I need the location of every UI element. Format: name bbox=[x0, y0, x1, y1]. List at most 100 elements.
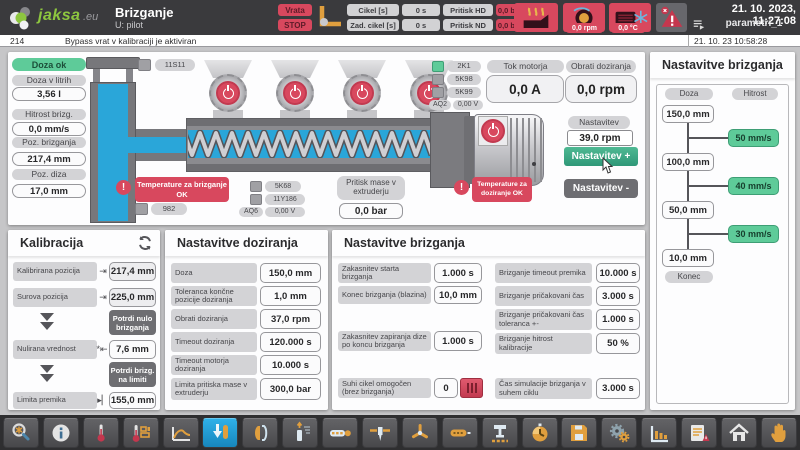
vrata-button[interactable]: Vrata bbox=[278, 4, 312, 16]
toolbar-button-save[interactable] bbox=[561, 418, 597, 448]
settings-gears-icon bbox=[607, 421, 631, 445]
clamp-icon bbox=[488, 421, 512, 445]
nastavitev-input[interactable]: 39,0 rpm bbox=[567, 130, 633, 146]
position-in-icon: ⇥ bbox=[97, 288, 109, 307]
motor-power-button[interactable] bbox=[481, 119, 505, 143]
toolbar-button-timer[interactable] bbox=[522, 418, 558, 448]
poz-diza-label: Poz. diza bbox=[12, 169, 86, 180]
suhi-cikel-toggle[interactable] bbox=[460, 378, 483, 398]
potrdi-limita-button[interactable]: Potrdi brizg. na limiti bbox=[109, 362, 156, 387]
zakasnitev-zapiranja-value[interactable]: 1.000 s bbox=[434, 331, 482, 351]
toolbar-button-mold[interactable] bbox=[242, 418, 278, 448]
branch-pipe-top bbox=[136, 129, 188, 137]
toolbar-button-extruder[interactable] bbox=[322, 418, 358, 448]
alarm-code: 214 bbox=[10, 35, 24, 47]
hopper-3-power-button[interactable] bbox=[350, 81, 374, 105]
manual-hand-icon bbox=[767, 421, 791, 445]
timeout-motorja-value[interactable]: 10.000 s bbox=[260, 355, 321, 375]
doza-column-header: Doza bbox=[665, 88, 713, 100]
hopper-unit-2 bbox=[270, 58, 320, 120]
toolbar-button-alarm-list[interactable] bbox=[681, 418, 717, 448]
hopper-unit-3 bbox=[337, 58, 387, 120]
user-label: U: pilot bbox=[115, 20, 143, 30]
toolbar-button-press-curve[interactable] bbox=[163, 418, 199, 448]
pipe-top-cap bbox=[86, 57, 140, 69]
zakasnitev-starta-value[interactable]: 1.000 s bbox=[434, 263, 482, 283]
toolbar-button-dosing[interactable] bbox=[282, 418, 318, 448]
toolbar-button-injection[interactable] bbox=[202, 418, 238, 448]
brizganje-title: Nastavitve brizganja bbox=[332, 230, 645, 256]
profil-pozicija-2[interactable]: 100,0 mm bbox=[662, 153, 714, 171]
nulirana-vrednost-value[interactable]: 7,6 mm bbox=[109, 340, 156, 359]
home-icon bbox=[727, 421, 751, 445]
warning-icon bbox=[454, 180, 469, 195]
profil-pozicija-4[interactable]: 10,0 mm bbox=[662, 249, 714, 267]
heater-band-icon bbox=[448, 421, 472, 445]
injection-icon bbox=[208, 421, 232, 445]
refresh-icon[interactable] bbox=[136, 234, 154, 252]
cas-toleranca-value[interactable]: 1.000 s bbox=[596, 309, 640, 330]
tok-motorja-label: Tok motorja bbox=[487, 60, 564, 73]
pricakovani-cas-value[interactable]: 3.000 s bbox=[596, 286, 640, 306]
toolbar-button-home[interactable] bbox=[721, 418, 757, 448]
cas-simulacije-value[interactable]: 3.000 s bbox=[596, 378, 640, 399]
toolbar-button-statistics[interactable] bbox=[641, 418, 677, 448]
toolbar-button-settings[interactable] bbox=[601, 418, 637, 448]
nastavitev-label: Nastavitev bbox=[568, 116, 630, 129]
toolbar-button-clamp[interactable] bbox=[482, 418, 518, 448]
save-icon bbox=[567, 421, 591, 445]
toolbar-button-distributor[interactable] bbox=[402, 418, 438, 448]
temp-badge: 0,0 °C bbox=[611, 23, 645, 33]
press-curve-icon bbox=[169, 421, 193, 445]
hopper-2-power-button[interactable] bbox=[283, 81, 307, 105]
indicator-5k99 bbox=[432, 87, 444, 98]
machine-overview-panel: Doza ok Doza v litrih 3,56 l Hitrost bri… bbox=[8, 52, 645, 225]
potrdi-nulo-button[interactable]: Potrdi nulo brizganja bbox=[109, 310, 156, 335]
doza-value[interactable]: 150,0 mm bbox=[260, 263, 321, 283]
hitrost-kalibracije-value[interactable]: 50 % bbox=[596, 333, 640, 354]
konec-brizganja-label: Konec brizganja (blazina) bbox=[338, 286, 431, 304]
hitrost-brizg-value: 0,0 mm/s bbox=[12, 122, 86, 136]
indicator-2k1 bbox=[432, 61, 444, 72]
hopper-1-power-button[interactable] bbox=[216, 81, 240, 105]
toolbar-button-info[interactable] bbox=[43, 418, 79, 448]
toolbar-button-diagnostics[interactable] bbox=[3, 418, 39, 448]
pricakovani-cas-label: Brizganje pričakovani čas bbox=[495, 286, 592, 306]
sensor-5k99-label: 5K99 bbox=[447, 87, 481, 98]
jaksa-logo-icon bbox=[8, 4, 36, 31]
obrati-doziranja-label: Obrati doziranja bbox=[566, 60, 636, 73]
stop-button[interactable]: STOP bbox=[278, 19, 312, 31]
profil-pozicija-1[interactable]: 150,0 mm bbox=[662, 105, 714, 123]
toolbar-button-nozzle[interactable] bbox=[362, 418, 398, 448]
toleranca-value[interactable]: 1,0 mm bbox=[260, 286, 321, 306]
profil-hitrost-3[interactable]: 30 mm/s bbox=[728, 225, 779, 243]
recipe-icon bbox=[692, 18, 706, 31]
profil-pozicija-3[interactable]: 50,0 mm bbox=[662, 201, 714, 219]
toolbar-button-heater-band[interactable] bbox=[442, 418, 478, 448]
obrati-label: Obrati doziranja bbox=[171, 309, 257, 329]
indicator-982 bbox=[135, 203, 148, 215]
nastavitev-minus-button[interactable]: Nastavitev - bbox=[564, 179, 638, 198]
aq6-label: AQ6 bbox=[239, 207, 263, 217]
konec-brizganja-value[interactable]: 10,0 mm bbox=[434, 286, 482, 304]
heating-button[interactable] bbox=[514, 3, 558, 32]
profil-hitrost-1[interactable]: 50 mm/s bbox=[728, 129, 779, 147]
poz-brizganja-label: Poz. brizganja bbox=[12, 137, 86, 148]
injection-pipe-melt bbox=[98, 84, 128, 221]
timeout-premika-value[interactable]: 10.000 s bbox=[596, 263, 640, 283]
sensor-11s11-label: 11S11 bbox=[155, 59, 195, 71]
doziranje-panel: Nastavitve doziranja Doza 150,0 mm Toler… bbox=[165, 230, 328, 410]
timeout-doziranja-value[interactable]: 120.000 s bbox=[260, 332, 321, 352]
alarm-bar[interactable]: 214 Bypass vrat v kalibraciji je aktivir… bbox=[0, 35, 800, 47]
toolbar-button-manual-mode[interactable] bbox=[761, 418, 797, 448]
recipe-name[interactable]: parametri_1 bbox=[712, 18, 796, 29]
sensor-5k68-label: 5K68 bbox=[265, 181, 301, 192]
toolbar-button-temperature-zones[interactable] bbox=[123, 418, 159, 448]
alarm-button[interactable] bbox=[656, 3, 687, 32]
statistics-icon bbox=[647, 421, 671, 445]
toolbar-button-temperature[interactable] bbox=[83, 418, 119, 448]
obrati-value[interactable]: 37,0 rpm bbox=[260, 309, 321, 329]
profil-hitrost-2[interactable]: 40 mm/s bbox=[728, 177, 779, 195]
limita-pritiska-value[interactable]: 300,0 bar bbox=[260, 378, 321, 400]
limita-premika-value[interactable]: 155,0 mm bbox=[109, 392, 156, 409]
